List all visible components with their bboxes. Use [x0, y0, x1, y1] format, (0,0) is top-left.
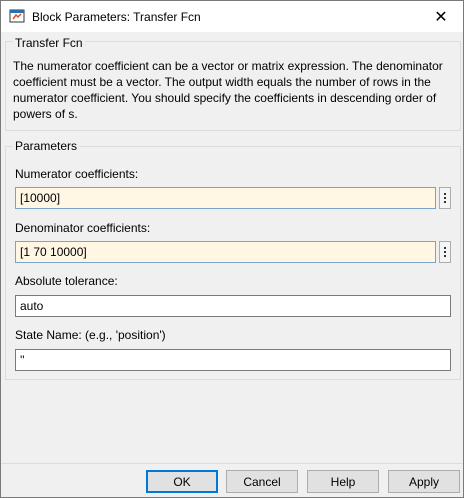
state-name-field[interactable]: '' [15, 349, 451, 371]
numerator-field[interactable]: [10000] [15, 187, 436, 209]
block-group-title: Transfer Fcn [13, 36, 85, 50]
absolute-tolerance-label: Absolute tolerance: [15, 274, 118, 288]
numerator-label: Numerator coefficients: [15, 167, 139, 181]
state-name-label: State Name: (e.g., 'position') [15, 328, 166, 342]
absolute-tolerance-field[interactable]: auto [15, 295, 451, 317]
numerator-options-button[interactable] [439, 187, 451, 209]
denominator-label: Denominator coefficients: [15, 221, 151, 235]
parameters-group [5, 146, 461, 380]
close-icon: ✕ [434, 8, 448, 26]
simulink-icon [9, 8, 25, 24]
window-title: Block Parameters: Transfer Fcn [32, 10, 201, 24]
denominator-field[interactable]: [1 70 10000] [15, 241, 436, 263]
ok-button[interactable]: OK [146, 470, 218, 493]
block-parameters-dialog: Block Parameters: Transfer Fcn ✕ Transfe… [0, 0, 464, 498]
block-description: The numerator coefficient can be a vecto… [13, 59, 443, 121]
help-button[interactable]: Help [307, 470, 379, 493]
cancel-button[interactable]: Cancel [226, 470, 298, 493]
parameters-group-title: Parameters [13, 139, 80, 153]
denominator-options-button[interactable] [439, 241, 451, 263]
button-bar-divider [1, 463, 463, 464]
title-bar: Block Parameters: Transfer Fcn ✕ [1, 1, 463, 32]
apply-button[interactable]: Apply [388, 470, 460, 493]
close-button[interactable]: ✕ [419, 1, 463, 32]
